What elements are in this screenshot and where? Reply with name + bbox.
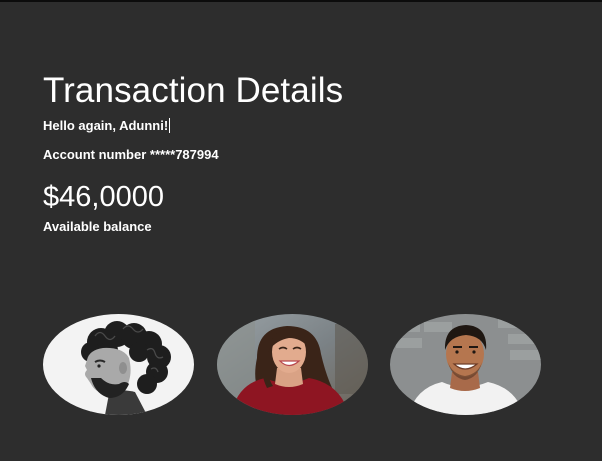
page-title: Transaction Details [43, 71, 344, 110]
avatar-contact-3[interactable] [390, 314, 541, 415]
balance-amount: $46,0000 [43, 181, 164, 213]
transaction-details-panel: Transaction Details Hello again, Adunni!… [43, 70, 583, 235]
smiling-man-photo-icon [390, 314, 541, 415]
contact-avatars [43, 314, 543, 416]
account-number: Account number *****787994 [43, 147, 219, 162]
window-top-edge [0, 0, 602, 2]
avatar-contact-2[interactable] [217, 314, 368, 415]
greeting-label: Hello again, Adunni! [43, 118, 169, 133]
text-cursor [169, 118, 171, 133]
avatar-contact-1[interactable] [43, 314, 194, 415]
greeting-text: Hello again, Adunni! [43, 118, 583, 134]
smiling-woman-photo-icon [217, 314, 368, 415]
balance-label: Available balance [43, 219, 152, 234]
curly-haired-man-photo-icon [43, 314, 194, 415]
